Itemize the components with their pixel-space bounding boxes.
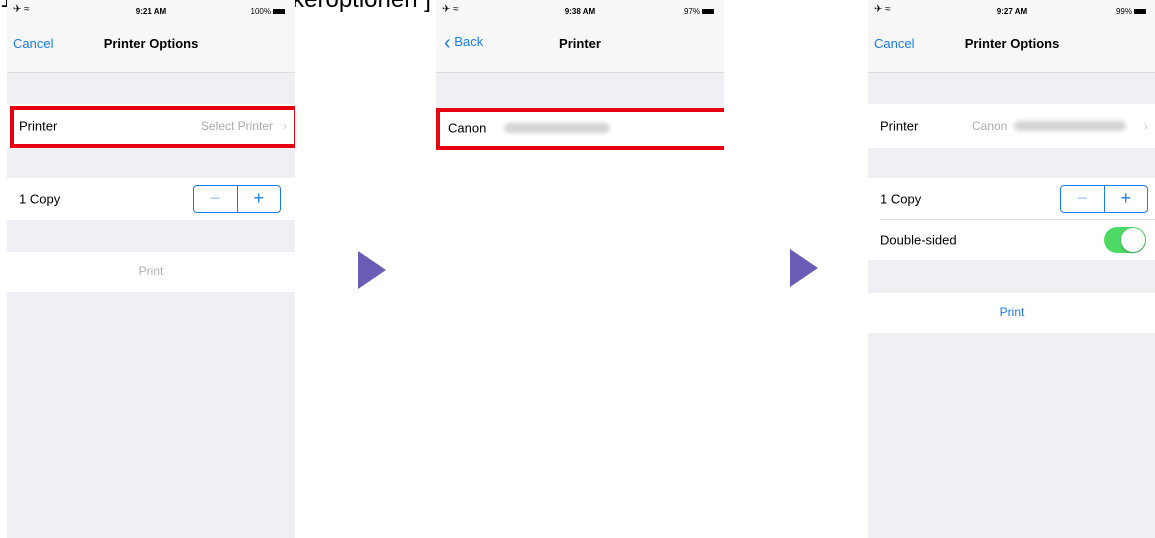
print-row: Print <box>868 293 1155 333</box>
battery-indicator: 97% <box>684 7 714 16</box>
empty-list-area <box>436 150 724 538</box>
chevron-right-icon: › <box>1144 119 1148 133</box>
copies-stepper[interactable]: − + <box>1060 185 1148 213</box>
blurred-model-name <box>1014 121 1126 131</box>
battery-indicator: 100% <box>251 7 285 16</box>
double-sided-row: Double-sided <box>868 220 1155 260</box>
status-bar: ✈ ≈ 9:38 AM 97% <box>436 0 724 22</box>
decrement-button[interactable]: − <box>1061 186 1105 212</box>
copies-row: 1 Copy − + <box>7 178 295 220</box>
copies-label: 1 Copy <box>19 191 61 207</box>
navigation-bar: Cancel Printer Options <box>7 22 295 73</box>
decrement-button[interactable]: − <box>194 186 238 212</box>
nav-title: Printer Options <box>964 36 1060 51</box>
print-button[interactable]: Print <box>868 305 1155 319</box>
nav-title: Printer Options <box>103 36 199 51</box>
copies-row: 1 Copy − + <box>868 178 1155 220</box>
copies-label: 1 Copy <box>880 191 922 207</box>
highlight-box <box>10 106 295 148</box>
increment-button[interactable]: + <box>1105 186 1148 212</box>
arrow-right-icon <box>358 251 386 289</box>
selected-printer-value: Canon <box>972 119 1008 133</box>
navigation-bar: ‹ Back Printer <box>436 22 724 73</box>
status-bar: ✈ ≈ 9:27 AM 99% <box>868 0 1155 22</box>
phone-screen-printer-options-initial: ✈ ≈ 9:21 AM 100% Cancel Printer Options … <box>7 0 295 538</box>
printer-label: Printer <box>880 118 919 134</box>
increment-button[interactable]: + <box>238 186 281 212</box>
phone-screen-printer-list: ✈ ≈ 9:38 AM 97% ‹ Back Printer Canon <box>436 0 724 538</box>
battery-icon <box>702 9 714 15</box>
phone-screen-printer-options-selected: ✈ ≈ 9:27 AM 99% Cancel Printer Options P… <box>868 0 1155 538</box>
status-time: 9:38 AM <box>564 7 596 16</box>
toggle-knob <box>1121 228 1145 252</box>
battery-indicator: 99% <box>1116 7 1146 16</box>
battery-icon <box>1134 9 1146 15</box>
printer-row[interactable]: Printer Canon › <box>868 104 1155 148</box>
double-sided-label: Double-sided <box>880 232 957 248</box>
nav-title: Printer <box>559 36 601 51</box>
print-button-disabled: Print <box>138 264 164 278</box>
status-bar: ✈ ≈ 9:21 AM 100% <box>7 0 295 22</box>
navigation-bar: Cancel Printer Options <box>868 22 1155 73</box>
highlight-box <box>436 108 724 150</box>
double-sided-toggle[interactable] <box>1104 227 1146 253</box>
copies-stepper[interactable]: − + <box>193 185 281 213</box>
status-time: 9:27 AM <box>996 7 1028 16</box>
battery-icon <box>273 9 285 15</box>
arrow-right-icon <box>790 249 818 287</box>
print-row: Print <box>7 252 295 292</box>
